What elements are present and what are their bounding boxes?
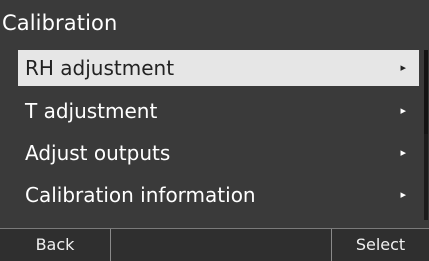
menu-item-label: Adjust outputs (25, 141, 171, 165)
softkey-bar: Back Select (0, 228, 429, 261)
device-screen: Calibration RH adjustment ▸ T adjustment… (0, 0, 429, 261)
back-button[interactable]: Back (0, 229, 111, 261)
menu-item-label: T adjustment (25, 99, 158, 123)
scroll-thumb[interactable] (424, 50, 428, 134)
menu-item-adjust-outputs[interactable]: Adjust outputs ▸ (18, 133, 419, 173)
menu-item-t-adjustment[interactable]: T adjustment ▸ (18, 91, 419, 131)
menu-item-calibration-information[interactable]: Calibration information ▸ (18, 175, 419, 215)
chevron-right-icon: ▸ (400, 146, 406, 159)
chevron-right-icon: ▸ (400, 104, 406, 117)
middle-softkey[interactable] (111, 229, 332, 261)
menu-item-label: RH adjustment (25, 56, 175, 80)
chevron-right-icon: ▸ (400, 61, 406, 74)
select-button[interactable]: Select (332, 229, 429, 261)
menu-item-label: Calibration information (25, 183, 256, 207)
menu-item-rh-adjustment[interactable]: RH adjustment ▸ (18, 50, 419, 86)
scrollbar[interactable] (424, 50, 428, 220)
calibration-menu: RH adjustment ▸ T adjustment ▸ Adjust ou… (18, 50, 419, 217)
page-title: Calibration (2, 11, 118, 35)
chevron-right-icon: ▸ (400, 188, 406, 201)
